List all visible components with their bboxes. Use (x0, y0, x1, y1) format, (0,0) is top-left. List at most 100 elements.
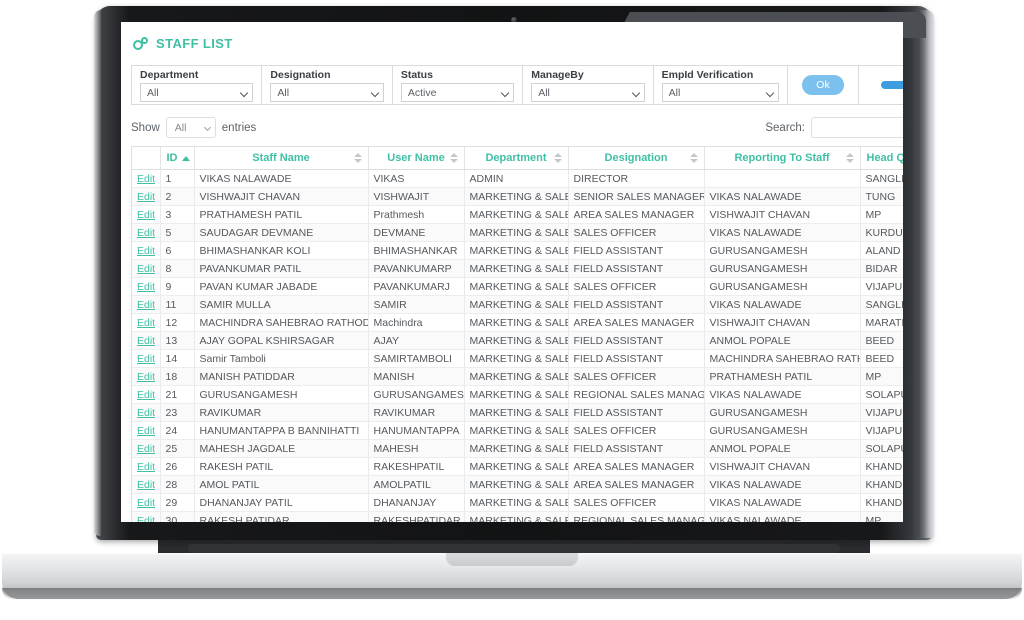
filter-designation-select[interactable]: All (270, 83, 384, 102)
table-header-row: ID Staff Name User Name Department Desig… (132, 147, 903, 170)
table-row: Edit 24 HANUMANTAPPA B BANNIHATTI HANUMANTA… (132, 421, 903, 440)
entries-per-page-select[interactable]: All (165, 117, 216, 138)
cell-department: MARKETING & SALES (464, 475, 569, 494)
column-header-staff-name[interactable]: Staff Name (194, 147, 369, 170)
cell-id: 25 (160, 439, 195, 458)
cell-id: 2 (160, 187, 195, 206)
cell-id: 6 (160, 241, 195, 260)
table-row: Edit 3 PRATHAMESH PATIL Prathmesh MARKETING … (132, 205, 903, 224)
edit-link[interactable]: Edit (137, 263, 155, 275)
edit-link[interactable]: Edit (137, 515, 155, 523)
cell-id: 21 (160, 385, 195, 404)
edit-link[interactable]: Edit (137, 281, 155, 293)
laptop-base-shadow (2, 588, 1022, 600)
edit-link[interactable]: Edit (137, 209, 155, 221)
edit-link[interactable]: Edit (137, 497, 155, 509)
cell-edit: Edit (132, 367, 161, 386)
sort-icon (689, 153, 698, 163)
column-header-reporting-to-staff[interactable]: Reporting To Staff (704, 147, 861, 170)
cell-designation: SENIOR SALES MANAGER (568, 187, 705, 206)
column-header-head-quarter[interactable]: Head Qua (860, 147, 903, 170)
edit-link[interactable]: Edit (137, 245, 155, 257)
column-header-id[interactable]: ID (160, 147, 195, 170)
cell-designation: FIELD ASSISTANT (568, 295, 705, 314)
cell-staff-name: VIKAS NALAWADE (194, 169, 369, 188)
staff-table: ID Staff Name User Name Department Desig… (132, 147, 903, 522)
filter-designation: Designation All (262, 66, 393, 104)
column-header-user-name[interactable]: User Name (368, 147, 465, 170)
cell-department: MARKETING & SALES (464, 205, 569, 224)
gear-icon (133, 36, 149, 51)
cell-id: 12 (160, 313, 195, 332)
secondary-action-button[interactable] (880, 81, 903, 89)
table-row: Edit 11 SAMIR MULLA SAMIR MARKETING & SALES F… (132, 295, 903, 314)
edit-link[interactable]: Edit (137, 425, 155, 437)
column-header-designation[interactable]: Designation (568, 147, 705, 170)
filter-designation-label: Designation (270, 69, 331, 81)
cell-head-quarter: VIJAPUR (860, 403, 903, 422)
filter-empid-verification: EmpId Verification All (654, 66, 788, 104)
column-header-department-label: Department (485, 152, 547, 164)
edit-link[interactable]: Edit (137, 191, 155, 203)
cell-reporting-to-staff: VIKAS NALAWADE (704, 493, 861, 512)
filter-status-select[interactable]: Active (400, 83, 515, 102)
edit-link[interactable]: Edit (137, 317, 155, 329)
table-row: Edit 29 DHANANJAY PATIL DHANANJAY MARKETING … (132, 493, 903, 512)
cell-user-name: MANISH (368, 367, 465, 386)
filter-status: Status Active (393, 66, 524, 104)
cell-head-quarter: KHANDESH (860, 493, 903, 512)
cell-reporting-to-staff: GURUSANGAMESH (704, 277, 861, 296)
cell-reporting-to-staff: GURUSANGAMESH (704, 421, 861, 440)
filter-empid-verification-select[interactable]: All (661, 83, 779, 102)
search-input[interactable] (811, 117, 903, 138)
edit-link[interactable]: Edit (137, 461, 155, 473)
edit-link[interactable]: Edit (137, 443, 155, 455)
cell-reporting-to-staff: VISHWAJIT CHAVAN (704, 205, 861, 224)
cell-staff-name: MACHINDRA SAHEBRAO RATHOD (194, 313, 369, 332)
cell-head-quarter: SANGLI (860, 295, 903, 314)
filter-department: Department All (132, 66, 263, 104)
table-row: Edit 6 BHIMASHANKAR KOLI BHIMASHANKAR MARKET… (132, 241, 903, 260)
cell-user-name: RAKESHPATIDAR (368, 511, 465, 522)
cell-reporting-to-staff: VIKAS NALAWADE (704, 223, 861, 242)
column-header-reporting-to-staff-label: Reporting To Staff (734, 152, 830, 164)
cell-user-name: Machindra (368, 313, 465, 332)
cell-department: MARKETING & SALES (464, 241, 569, 260)
edit-link[interactable]: Edit (137, 389, 155, 401)
edit-link[interactable]: Edit (137, 173, 155, 185)
cell-department: MARKETING & SALES (464, 349, 569, 368)
cell-user-name: Prathmesh (368, 205, 465, 224)
table-row: Edit 23 RAVIKUMAR RAVIKUMAR MARKETING & SALE… (132, 403, 903, 422)
edit-link[interactable]: Edit (137, 479, 155, 491)
cell-user-name: BHIMASHANKAR (368, 241, 465, 260)
cell-staff-name: MAHESH JAGDALE (194, 439, 369, 458)
cell-department: ADMIN (464, 169, 569, 188)
cell-reporting-to-staff: VIKAS NALAWADE (704, 385, 861, 404)
table-row: Edit 2 VISHWAJIT CHAVAN VISHWAJIT MARKETING … (132, 187, 903, 206)
table-row: Edit 18 MANISH PATIDDAR MANISH MARKETING & S… (132, 367, 903, 386)
edit-link[interactable]: Edit (137, 335, 155, 347)
edit-link[interactable]: Edit (137, 371, 155, 383)
edit-link[interactable]: Edit (137, 227, 155, 239)
cell-department: MARKETING & SALES (464, 385, 569, 404)
ok-button[interactable]: Ok (802, 75, 844, 95)
table-row: Edit 9 PAVAN KUMAR JABADE PAVANKUMARJ MARKET… (132, 277, 903, 296)
filter-manageby-select[interactable]: All (531, 83, 645, 102)
page-header: STAFF LIST (121, 22, 903, 51)
cell-designation: FIELD ASSISTANT (568, 241, 705, 260)
filter-department-value: All (147, 86, 159, 99)
cell-edit: Edit (132, 223, 161, 242)
filter-department-select[interactable]: All (140, 83, 254, 102)
cell-head-quarter: BEED (860, 349, 903, 368)
column-header-department[interactable]: Department (464, 147, 569, 170)
edit-link[interactable]: Edit (137, 299, 155, 311)
column-header-designation-label: Designation (604, 152, 668, 164)
cell-reporting-to-staff: GURUSANGAMESH (704, 241, 861, 260)
cell-reporting-to-staff: GURUSANGAMESH (704, 403, 861, 422)
cell-department: MARKETING & SALES (464, 259, 569, 278)
edit-link[interactable]: Edit (137, 353, 155, 365)
cell-designation: FIELD ASSISTANT (568, 403, 705, 422)
laptop-hinge-slot (188, 544, 840, 553)
column-header-edit (132, 147, 161, 170)
edit-link[interactable]: Edit (137, 407, 155, 419)
